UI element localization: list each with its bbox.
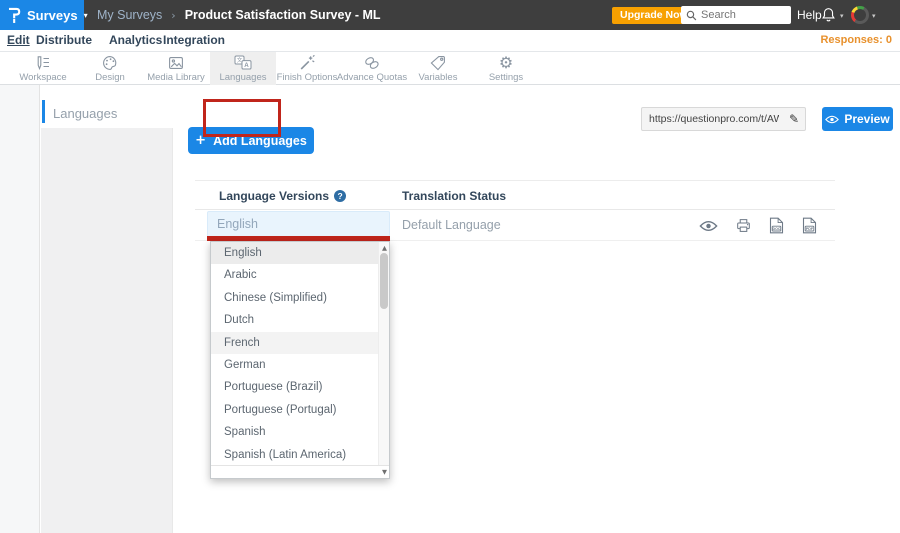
toolbar-item-workspace[interactable]: Workspace xyxy=(10,52,76,85)
edit-toolbar: Workspace Design xyxy=(0,52,900,85)
add-languages-label: Add Languages xyxy=(213,134,307,148)
settings-icon: ⚙ xyxy=(499,55,513,71)
breadcrumb: My Surveys › Product Satisfaction Survey… xyxy=(97,0,381,30)
dropdown-footer xyxy=(211,465,389,478)
pdf-export-icon[interactable]: PDF xyxy=(802,217,817,234)
help-circle-icon[interactable]: ? xyxy=(334,190,346,202)
help-link[interactable]: Help xyxy=(797,0,822,30)
toolbar-item-design[interactable]: Design xyxy=(77,52,143,85)
left-rail xyxy=(0,85,40,533)
toolbar-item-languages[interactable]: 文 A Languages xyxy=(210,52,276,85)
plus-icon: + xyxy=(195,133,206,148)
questionpro-languages-page: Surveys ▾ My Surveys › Product Satisfact… xyxy=(0,0,900,533)
breadcrumb-separator: › xyxy=(171,9,175,22)
scroll-down-icon[interactable]: ▼ xyxy=(382,468,387,476)
responses-count[interactable]: Responses: 0 xyxy=(820,30,892,52)
breadcrumb-my-surveys[interactable]: My Surveys xyxy=(97,8,162,22)
tab-integration[interactable]: Integration xyxy=(163,30,225,52)
dropdown-option-arabic[interactable]: Arabic xyxy=(211,264,389,286)
toolbar-item-variables[interactable]: Variables xyxy=(405,52,471,85)
caret-down-icon: ▾ xyxy=(84,11,88,20)
sidebar-active-accent xyxy=(42,100,45,123)
svg-text:A: A xyxy=(244,62,249,69)
edit-url-icon[interactable]: ✎ xyxy=(783,112,805,126)
caret-down-icon[interactable]: ▾ xyxy=(840,12,844,20)
scroll-up-icon[interactable]: ▲ xyxy=(382,244,387,252)
top-bar: Surveys ▾ My Surveys › Product Satisfact… xyxy=(0,0,900,30)
add-languages-button[interactable]: + Add Languages xyxy=(188,127,314,154)
workspace-icon xyxy=(35,55,51,71)
dropdown-option-portuguese-portugal[interactable]: Portuguese (Portugal) xyxy=(211,399,389,421)
toolbar-item-label: Advance Quotas xyxy=(337,72,407,83)
view-eye-icon[interactable] xyxy=(699,220,718,232)
notifications-bell-icon[interactable] xyxy=(821,7,836,23)
toolbar-item-label: Settings xyxy=(489,72,523,83)
translation-status-value: Default Language xyxy=(402,210,501,241)
toolbar-item-label: Media Library xyxy=(147,72,205,83)
survey-url-input[interactable] xyxy=(642,113,783,125)
user-avatar[interactable] xyxy=(851,6,869,24)
toolbar-item-settings[interactable]: ⚙ Settings xyxy=(473,52,539,85)
column-translation-status: Translation Status xyxy=(402,181,506,211)
global-search[interactable] xyxy=(681,6,791,24)
print-icon[interactable] xyxy=(736,218,751,233)
caret-down-icon[interactable]: ▾ xyxy=(872,12,876,20)
search-input[interactable] xyxy=(701,9,786,21)
breadcrumb-survey-title: Product Satisfaction Survey - ML xyxy=(185,8,381,22)
sidebar-header: Languages xyxy=(41,85,173,128)
toolbar-item-media-library[interactable]: Media Library xyxy=(143,52,209,85)
dropdown-option-spanish-latin-america[interactable]: Spanish (Latin America) xyxy=(211,444,389,466)
dropdown-scrollbar-thumb[interactable] xyxy=(380,253,388,309)
product-switcher[interactable]: Surveys ▾ xyxy=(0,0,84,30)
sidebar-panel xyxy=(41,128,173,533)
tab-analytics[interactable]: Analytics xyxy=(109,30,162,52)
tab-edit[interactable]: Edit xyxy=(7,30,30,52)
design-icon xyxy=(102,55,118,71)
dropdown-option-french[interactable]: French xyxy=(211,332,389,354)
dropdown-option-chinese-simplified[interactable]: Chinese (Simplified) xyxy=(211,287,389,309)
row-actions: DOC PDF xyxy=(699,210,817,241)
languages-table-header: Language Versions ? Translation Status xyxy=(195,180,835,210)
dropdown-option-spanish[interactable]: Spanish xyxy=(211,421,389,443)
dropdown-option-english[interactable]: English xyxy=(211,242,389,264)
survey-url-box: ✎ xyxy=(641,107,806,131)
survey-section-nav: Edit Distribute Analytics Integration Re… xyxy=(0,30,900,52)
variables-icon xyxy=(430,55,446,71)
toolbar-item-label: Workspace xyxy=(19,72,66,83)
svg-text:DOC: DOC xyxy=(773,227,781,231)
brand-label: Surveys xyxy=(27,8,78,23)
preview-eye-icon xyxy=(825,115,839,124)
toolbar-item-label: Finish Options xyxy=(277,72,338,83)
dropdown-option-dutch[interactable]: Dutch xyxy=(211,309,389,331)
dropdown-option-portuguese-brazil[interactable]: Portuguese (Brazil) xyxy=(211,376,389,398)
column-language-versions: Language Versions ? xyxy=(219,181,346,211)
svg-text:PDF: PDF xyxy=(806,227,814,231)
toolbar-item-label: Languages xyxy=(219,72,266,83)
toolbar-item-finish-options[interactable]: Finish Options xyxy=(274,52,340,85)
media-library-icon xyxy=(168,55,184,71)
preview-label: Preview xyxy=(844,112,889,126)
doc-export-icon[interactable]: DOC xyxy=(769,217,784,234)
questionpro-logo-icon xyxy=(8,6,21,24)
tab-distribute[interactable]: Distribute xyxy=(36,30,92,52)
language-dropdown: English Arabic Chinese (Simplified) Dutc… xyxy=(210,241,390,479)
advance-quotas-icon xyxy=(363,55,381,71)
preview-button[interactable]: Preview xyxy=(822,107,893,131)
sidebar-item-languages[interactable]: Languages xyxy=(53,106,117,121)
toolbar-item-advance-quotas[interactable]: Advance Quotas xyxy=(339,52,405,85)
languages-icon: 文 A xyxy=(234,55,252,71)
toolbar-item-label: Variables xyxy=(419,72,458,83)
search-icon xyxy=(686,10,697,21)
language-select-input[interactable] xyxy=(207,211,390,237)
finish-options-icon xyxy=(299,55,315,71)
toolbar-item-label: Design xyxy=(95,72,125,83)
dropdown-option-german[interactable]: German xyxy=(211,354,389,376)
